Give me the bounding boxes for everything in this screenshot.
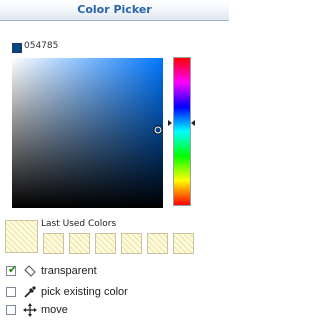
pick-existing-color-checkbox[interactable]: ✔ bbox=[6, 287, 16, 297]
selected-color-preview bbox=[5, 220, 38, 253]
option-label: move bbox=[41, 304, 68, 316]
last-used-colors-label: Last Used Colors bbox=[41, 219, 117, 229]
recent-color-swatch[interactable] bbox=[147, 233, 168, 254]
recent-color-swatch[interactable] bbox=[173, 233, 194, 254]
panel-title: Color Picker bbox=[77, 3, 152, 16]
transparent-checkbox[interactable]: ✔ bbox=[6, 264, 18, 276]
hue-slider-right-arrow-icon[interactable] bbox=[191, 119, 195, 126]
saturation-brightness-picker[interactable] bbox=[12, 58, 163, 208]
recent-color-swatch[interactable] bbox=[95, 233, 116, 254]
panel-header: Color Picker bbox=[0, 0, 229, 21]
hue-slider[interactable] bbox=[173, 57, 191, 206]
hex-value: 054785 bbox=[24, 41, 59, 51]
picker-cursor[interactable] bbox=[154, 126, 162, 134]
eraser-icon bbox=[24, 265, 36, 277]
checkmark-icon: ✔ bbox=[8, 264, 18, 276]
hue-slider-left-arrow-icon[interactable] bbox=[168, 119, 172, 126]
brightness-gradient bbox=[12, 58, 163, 208]
recent-color-swatch[interactable] bbox=[69, 233, 90, 254]
option-label: transparent bbox=[41, 265, 97, 277]
current-color-swatch-small bbox=[12, 43, 22, 53]
recent-color-swatch[interactable] bbox=[121, 233, 142, 254]
move-arrows-icon bbox=[23, 303, 37, 317]
recent-color-swatch[interactable] bbox=[43, 233, 64, 254]
move-checkbox[interactable]: ✔ bbox=[6, 305, 16, 315]
option-label: pick existing color bbox=[41, 286, 128, 298]
eyedropper-icon bbox=[24, 286, 36, 298]
